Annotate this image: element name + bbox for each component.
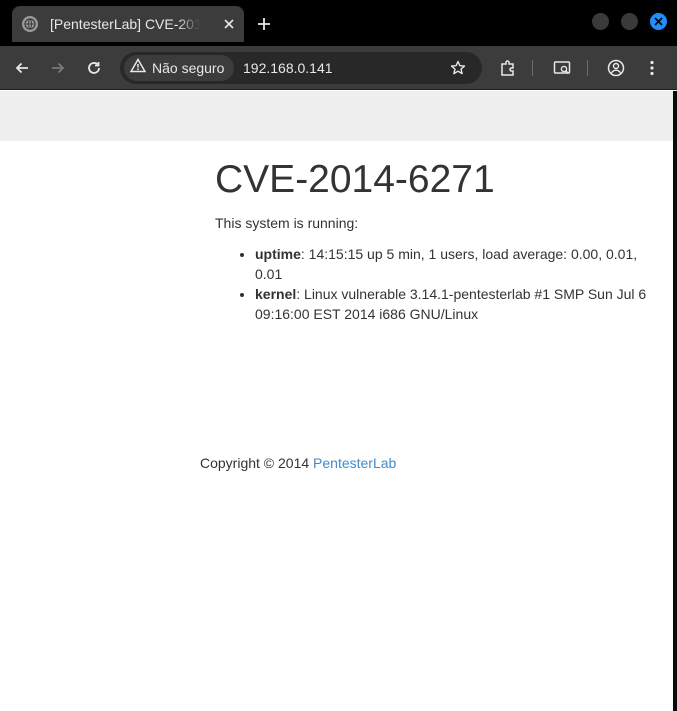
profile-icon[interactable]: [604, 56, 628, 80]
list-item: uptime: 14:15:15 up 5 min, 1 users, load…: [255, 244, 655, 284]
cast-search-icon[interactable]: [550, 56, 574, 80]
browser-toolbar: Não seguro 192.168.0.141: [0, 46, 677, 90]
url-text[interactable]: 192.168.0.141: [243, 60, 333, 76]
item-value: : Linux vulnerable 3.14.1-pentesterlab #…: [255, 286, 647, 322]
page-title: CVE-2014-6271: [215, 158, 495, 201]
bookmark-star-icon[interactable]: [446, 56, 470, 80]
warning-triangle-icon: [129, 58, 147, 78]
item-value: : 14:15:15 up 5 min, 1 users, load avera…: [255, 246, 638, 282]
extensions-puzzle-icon[interactable]: [496, 56, 520, 80]
forward-arrow-icon[interactable]: [46, 56, 70, 80]
security-label: Não seguro: [152, 60, 225, 76]
globe-icon: [22, 16, 38, 32]
intro-text: This system is running:: [215, 215, 359, 231]
browser-tab[interactable]: [PentesterLab] CVE-2014-6271: [12, 6, 244, 42]
system-info-list: uptime: 14:15:15 up 5 min, 1 users, load…: [255, 244, 655, 324]
pentesterlab-link[interactable]: PentesterLab: [313, 455, 396, 471]
navbar-band: [0, 91, 673, 141]
copyright-text: Copyright © 2014: [200, 455, 314, 471]
window-close-button[interactable]: [650, 13, 667, 30]
item-label: uptime: [255, 246, 301, 262]
footer: Copyright © 2014 PentesterLab: [200, 455, 396, 471]
security-indicator[interactable]: Não seguro: [124, 55, 235, 81]
new-tab-button[interactable]: [252, 12, 276, 36]
window-edge: [673, 91, 677, 711]
close-icon: [654, 17, 663, 26]
menu-kebab-icon[interactable]: [640, 56, 664, 80]
tab-strip: [PentesterLab] CVE-2014-6271: [0, 0, 677, 46]
toolbar-separator: [587, 60, 588, 76]
close-tab-icon[interactable]: [220, 15, 238, 33]
address-bar[interactable]: Não seguro 192.168.0.141: [120, 52, 482, 84]
minimize-button[interactable]: [592, 13, 609, 30]
tab-title: [PentesterLab] CVE-2014-6271: [50, 16, 200, 32]
maximize-button[interactable]: [621, 13, 638, 30]
back-arrow-icon[interactable]: [10, 56, 34, 80]
item-label: kernel: [255, 286, 297, 302]
reload-icon[interactable]: [82, 56, 106, 80]
plus-icon: [258, 18, 270, 30]
list-item: kernel: Linux vulnerable 3.14.1-penteste…: [255, 284, 655, 324]
toolbar-separator: [532, 60, 533, 76]
